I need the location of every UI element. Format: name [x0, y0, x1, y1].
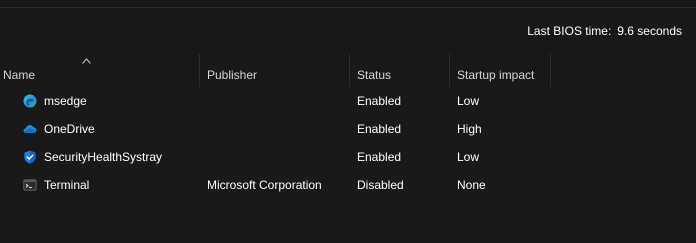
terminal-icon — [23, 179, 37, 191]
startup-apps-panel: Last BIOS time: 9.6 seconds Name Publishe… — [0, 0, 696, 243]
bios-value: 9.6 seconds — [617, 24, 682, 38]
column-header-impact-label: Startup impact — [457, 68, 535, 82]
column-header-status[interactable]: Status — [350, 54, 449, 87]
app-status: Enabled — [357, 94, 402, 108]
table-row[interactable]: SecurityHealthSystray Enabled Low — [0, 143, 696, 171]
security-shield-icon — [24, 150, 36, 164]
startup-app-list: msedge Enabled Low OneDrive Enabled High… — [0, 87, 696, 199]
app-name: Terminal — [44, 178, 90, 192]
column-header-row: Name Publisher Status Startup impact — [0, 54, 696, 87]
app-status: Disabled — [357, 178, 404, 192]
app-startup-impact: None — [457, 178, 486, 192]
column-header-name[interactable]: Name — [0, 54, 199, 87]
bios-label: Last BIOS time: — [527, 24, 612, 38]
column-header-startup-impact[interactable]: Startup impact — [450, 54, 550, 87]
app-publisher: Microsoft Corporation — [207, 178, 322, 192]
column-header-publisher[interactable]: Publisher — [200, 54, 349, 87]
top-divider — [0, 7, 696, 8]
table-row[interactable]: Terminal Microsoft Corporation Disabled … — [0, 171, 696, 199]
column-header-publisher-label: Publisher — [207, 68, 258, 82]
app-name: SecurityHealthSystray — [44, 150, 163, 164]
onedrive-icon — [23, 125, 37, 133]
app-startup-impact: Low — [457, 94, 480, 108]
app-name: msedge — [44, 94, 87, 108]
column-header-name-label: Name — [3, 68, 36, 82]
last-bios-time: Last BIOS time: 9.6 seconds — [527, 24, 682, 38]
edge-icon — [23, 94, 37, 108]
app-startup-impact: High — [457, 122, 482, 136]
app-status: Enabled — [357, 122, 402, 136]
table-row[interactable]: OneDrive Enabled High — [0, 115, 696, 143]
sort-ascending-icon — [82, 58, 91, 64]
app-status: Enabled — [357, 150, 402, 164]
table-row[interactable]: msedge Enabled Low — [0, 87, 696, 115]
app-name: OneDrive — [44, 122, 95, 136]
column-header-status-label: Status — [357, 68, 392, 82]
column-separator[interactable] — [550, 54, 551, 87]
app-startup-impact: Low — [457, 150, 480, 164]
